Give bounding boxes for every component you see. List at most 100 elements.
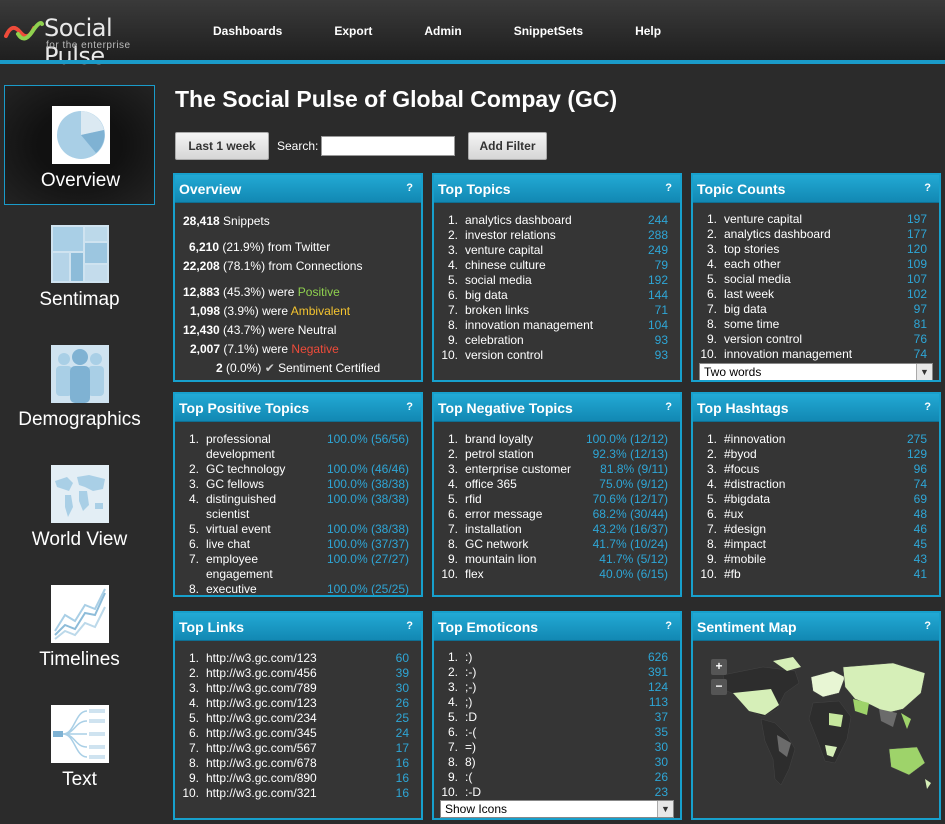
list-item[interactable]: 2. investor relations 288 <box>434 228 680 243</box>
item-label[interactable]: :-( <box>465 725 476 740</box>
list-item[interactable]: 6. big data 144 <box>434 288 680 303</box>
item-label[interactable]: employee <box>206 552 258 567</box>
item-label[interactable]: GC fellows <box>206 477 264 492</box>
list-item[interactable]: 9. mountain lion 41.7% (5/12) <box>434 552 680 567</box>
sidebar-item-demographics[interactable]: Demographics <box>4 325 155 445</box>
list-item[interactable]: 6. last week 102 <box>693 287 939 302</box>
list-item[interactable]: 8. http://w3.gc.com/678 16 <box>175 756 421 771</box>
list-item[interactable]: 2. analytics dashboard 177 <box>693 227 939 242</box>
item-label[interactable]: last week <box>724 287 774 302</box>
list-item[interactable]: 1. professional 100.0% (56/56) <box>175 432 421 447</box>
list-item[interactable]: 7. installation 43.2% (16/37) <box>434 522 680 537</box>
list-item[interactable]: 9. version control 76 <box>693 332 939 347</box>
list-item[interactable]: 2. http://w3.gc.com/456 39 <box>175 666 421 681</box>
item-label[interactable]: #distraction <box>724 477 785 492</box>
list-item[interactable]: 10.:-D 23 <box>434 785 680 800</box>
item-label[interactable]: http://w3.gc.com/234 <box>206 711 317 726</box>
list-item[interactable]: 3. #focus 96 <box>693 462 939 477</box>
list-item[interactable]: 3. venture capital 249 <box>434 243 680 258</box>
item-label[interactable]: #mobile <box>724 552 766 567</box>
nav-admin[interactable]: Admin <box>424 24 461 38</box>
list-item[interactable]: 2. petrol station 92.3% (12/13) <box>434 447 680 462</box>
item-label[interactable]: venture capital <box>465 243 543 258</box>
list-item[interactable]: 6. #ux 48 <box>693 507 939 522</box>
help-icon[interactable]: ? <box>924 182 931 194</box>
item-label[interactable]: #byod <box>724 447 757 462</box>
item-label[interactable]: =) <box>465 740 476 755</box>
list-item[interactable]: 4.;) 113 <box>434 695 680 710</box>
world-map[interactable] <box>703 653 933 803</box>
period-button[interactable]: Last 1 week <box>175 132 269 160</box>
help-icon[interactable]: ? <box>406 182 413 194</box>
item-label[interactable]: broken links <box>465 303 529 318</box>
sidebar-item-overview[interactable]: Overview <box>4 85 155 205</box>
list-item[interactable]: 7. employee 100.0% (27/27) <box>175 552 421 567</box>
item-label[interactable]: GC technology <box>206 462 285 477</box>
item-label[interactable]: #impact <box>724 537 766 552</box>
list-item[interactable]: 8. GC network 41.7% (10/24) <box>434 537 680 552</box>
item-label[interactable]: GC network <box>465 537 528 552</box>
list-item[interactable]: 6.:-(35 <box>434 725 680 740</box>
item-label[interactable]: executive <box>206 582 257 595</box>
list-item[interactable]: 4. chinese culture 79 <box>434 258 680 273</box>
item-label[interactable]: http://w3.gc.com/123 <box>206 651 317 666</box>
item-label[interactable]: virtual event <box>206 522 271 537</box>
list-item[interactable]: 1. brand loyalty 100.0% (12/12) <box>434 432 680 447</box>
help-icon[interactable]: ? <box>406 401 413 413</box>
list-item[interactable]: 5. rfid 70.6% (12/17) <box>434 492 680 507</box>
list-item[interactable]: 7. broken links 71 <box>434 303 680 318</box>
logo[interactable]: Social Pulse for the enterprise <box>4 12 174 70</box>
list-item[interactable]: 6. error message 68.2% (30/44) <box>434 507 680 522</box>
item-label[interactable]: :-D <box>465 785 481 800</box>
item-label[interactable]: professional <box>206 432 271 447</box>
list-item[interactable]: 6. live chat 100.0% (37/37) <box>175 537 421 552</box>
list-item[interactable]: 8. innovation management 104 <box>434 318 680 333</box>
item-label[interactable]: :-) <box>465 665 476 680</box>
help-icon[interactable]: ? <box>406 620 413 632</box>
sidebar-item-timelines[interactable]: Timelines <box>4 565 155 685</box>
list-item[interactable]: 8. some time 81 <box>693 317 939 332</box>
item-label[interactable]: #focus <box>724 462 759 477</box>
add-filter-button[interactable]: Add Filter <box>468 132 547 160</box>
item-label[interactable]: error message <box>465 507 542 522</box>
item-label[interactable]: version control <box>465 348 543 363</box>
item-label[interactable]: installation <box>465 522 522 537</box>
item-label[interactable]: #design <box>724 522 766 537</box>
item-label[interactable]: mountain lion <box>465 552 536 567</box>
list-item[interactable]: 3. GC fellows 100.0% (38/38) <box>175 477 421 492</box>
item-label[interactable]: office 365 <box>465 477 517 492</box>
list-item[interactable]: 7. big data 97 <box>693 302 939 317</box>
item-label[interactable]: live chat <box>206 537 250 552</box>
list-item[interactable]: 1. venture capital 197 <box>693 212 939 227</box>
search-input[interactable] <box>321 136 455 156</box>
item-label[interactable]: http://w3.gc.com/678 <box>206 756 317 771</box>
item-label[interactable]: venture capital <box>724 212 802 227</box>
list-item[interactable]: 9. http://w3.gc.com/890 16 <box>175 771 421 786</box>
list-item[interactable]: 5. #bigdata 69 <box>693 492 939 507</box>
item-label[interactable]: http://w3.gc.com/567 <box>206 741 317 756</box>
item-label[interactable]: flex <box>465 567 484 582</box>
item-label[interactable]: innovation management <box>465 318 593 333</box>
item-label[interactable]: investor relations <box>465 228 556 243</box>
item-label[interactable]: top stories <box>724 242 779 257</box>
list-item[interactable]: 1. analytics dashboard 244 <box>434 213 680 228</box>
list-item[interactable]: 7. #design 46 <box>693 522 939 537</box>
sidebar-item-world-view[interactable]: World View <box>4 445 155 565</box>
list-item[interactable]: 2.:-) 391 <box>434 665 680 680</box>
item-label[interactable]: social media <box>465 273 532 288</box>
list-item[interactable]: 5. virtual event 100.0% (38/38) <box>175 522 421 537</box>
sidebar-item-text[interactable]: Text <box>4 685 155 805</box>
item-label[interactable]: ;-) <box>465 680 476 695</box>
item-label[interactable]: :) <box>465 650 472 665</box>
list-item[interactable]: 1.:) 626 <box>434 650 680 665</box>
list-item[interactable]: 5.:D 37 <box>434 710 680 725</box>
item-label[interactable]: enterprise customer <box>465 462 571 477</box>
nav-help[interactable]: Help <box>635 24 661 38</box>
list-item[interactable]: 4. http://w3.gc.com/123 26 <box>175 696 421 711</box>
zoom-out-button[interactable]: − <box>711 679 727 695</box>
list-item[interactable]: 1. http://w3.gc.com/123 60 <box>175 651 421 666</box>
list-item[interactable]: 4. #distraction 74 <box>693 477 939 492</box>
list-item[interactable]: 2. #byod 129 <box>693 447 939 462</box>
nav-snippetsets[interactable]: SnippetSets <box>514 24 583 38</box>
item-label[interactable]: :( <box>465 770 472 785</box>
